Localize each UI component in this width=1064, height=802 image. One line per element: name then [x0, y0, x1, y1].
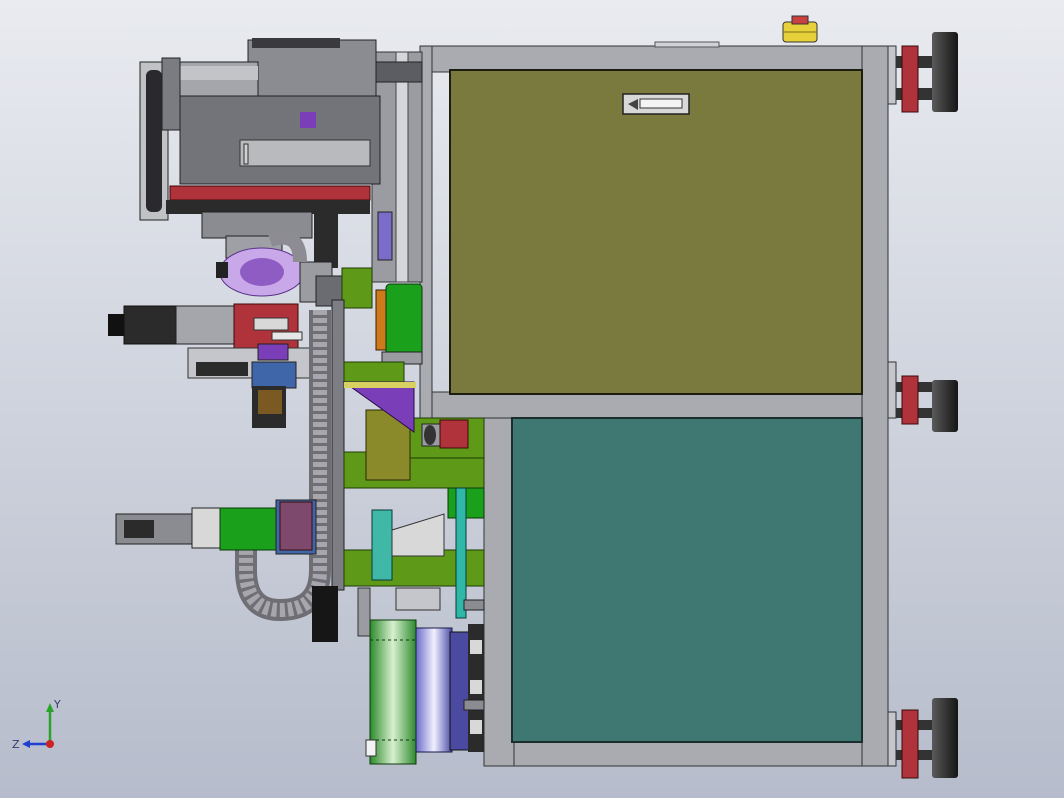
lower-green-plate: [219, 507, 277, 551]
drum-bolt-1: [470, 640, 482, 654]
drum-bolt-3: [470, 720, 482, 734]
frame-top-strip: [654, 41, 720, 48]
triad-y-arrow: [46, 703, 54, 712]
column-rail: [395, 51, 409, 283]
purple-gripper: [257, 343, 289, 361]
gearbox-top-cover: [252, 38, 340, 48]
triad-z-label: Z: [12, 738, 20, 751]
blue-gripper-body: [251, 361, 297, 389]
blue-drum: [415, 627, 453, 753]
caster-bottom-pad: [932, 698, 958, 778]
actuator-black-rail: [196, 362, 248, 376]
frame-tab-bottom: [887, 711, 897, 767]
frame-right-post: [861, 45, 889, 767]
caster-top-red-block: [901, 45, 919, 113]
spindle-red-block: [439, 419, 469, 449]
servo-motor-highlight: [176, 66, 258, 80]
frame-top-rail: [419, 45, 895, 73]
red-block-window: [253, 317, 289, 331]
servo-end-cap: [108, 314, 124, 336]
drum-bolt-2: [470, 680, 482, 694]
caster-mid-pad: [932, 380, 958, 432]
upper-door-panel[interactable]: [449, 69, 863, 395]
lime-bar-upper: [343, 361, 405, 383]
frame-lower-left-post: [483, 417, 515, 767]
caster-mid-red-block: [901, 375, 919, 425]
carriage-black-block: [314, 212, 338, 268]
caster-bottom-red-block: [901, 709, 919, 779]
drum-tag: [365, 739, 377, 757]
reel-drum[interactable]: [365, 619, 484, 765]
feeder-teal-rail: [455, 487, 467, 619]
red-guide-rail: [169, 185, 371, 201]
lower-door-panel[interactable]: [511, 417, 863, 743]
lower-servo-label: [124, 520, 154, 538]
green-cylinder: [385, 283, 423, 359]
caster-top-pad: [932, 32, 958, 112]
cad-model-view[interactable]: [0, 0, 1064, 798]
triad-y-label: Y: [53, 698, 61, 711]
feeder-lower-slide: [395, 587, 441, 611]
central-mast: [331, 299, 345, 591]
servo-body-black: [123, 305, 181, 345]
mast-black-foot: [312, 586, 338, 642]
green-drum: [369, 619, 417, 765]
spindle-end: [424, 425, 436, 445]
lime-bracket-top: [341, 267, 373, 309]
actuator-rod: [271, 331, 303, 341]
frame-middle-rail: [419, 391, 895, 419]
lower-red-clamp: [279, 501, 313, 551]
column-cap: [371, 61, 423, 83]
orange-roller: [375, 289, 387, 351]
upper-purple-pin: [300, 112, 316, 128]
servo-coupler: [175, 305, 235, 345]
column-blue-clamp: [377, 211, 393, 261]
triad-z-arrow: [22, 740, 30, 748]
drive-belt: [146, 70, 162, 212]
upper-slide: [239, 139, 371, 167]
rotary-knob: [216, 262, 228, 278]
purple-rotary-core: [240, 258, 284, 286]
handle-icon[interactable]: [622, 93, 690, 115]
gripper-brown-pad: [258, 390, 282, 414]
cad-viewport[interactable]: Y Z: [0, 0, 1064, 798]
teal-guide: [371, 509, 393, 581]
fastener-2: [463, 699, 485, 711]
triad-origin: [46, 740, 54, 748]
lower-servo-flange: [191, 507, 221, 549]
fastener-1: [463, 599, 485, 611]
small-spindle[interactable]: [421, 419, 469, 449]
drum-flange: [449, 631, 471, 751]
frame-tab-mid: [887, 361, 897, 419]
frame-bottom-rail: [483, 741, 895, 767]
belt-pulley-block: [161, 57, 181, 131]
feeder-bracket: [357, 587, 371, 637]
yellow-strip: [344, 382, 416, 388]
coordinate-triad-icon: Y Z: [12, 698, 61, 751]
frame-tab-top: [887, 45, 897, 105]
upper-pin: [243, 143, 249, 165]
